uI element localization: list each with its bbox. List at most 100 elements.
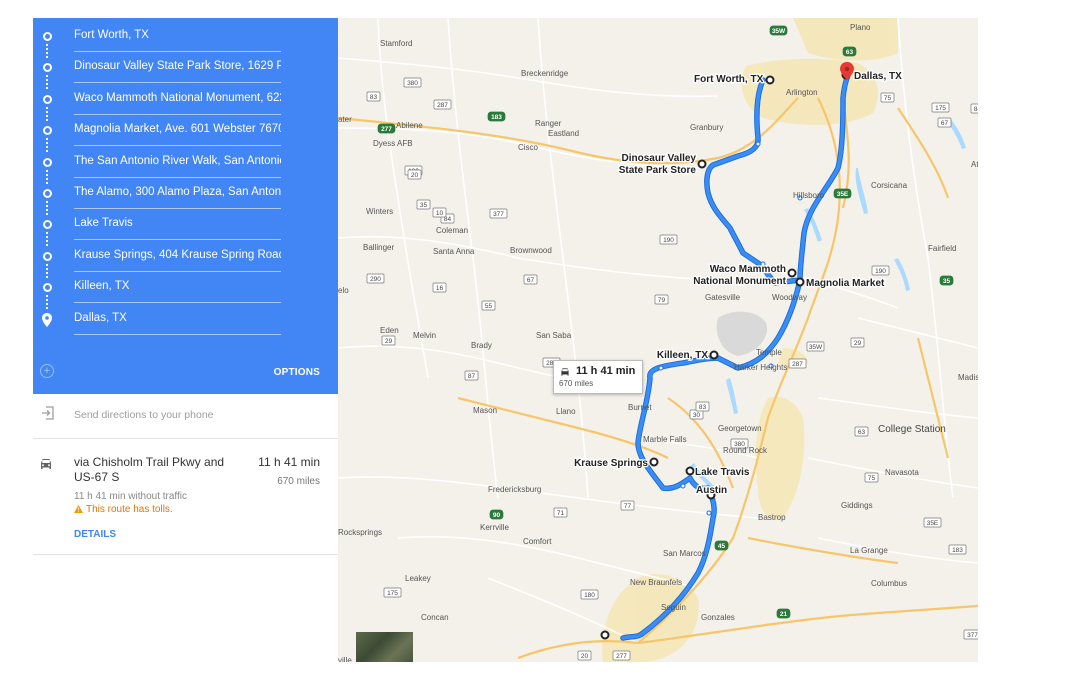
map-canvas[interactable]: 83 380 287 35W 63 35E 75 175 180 277 20 183 35 84 377 1… [338, 18, 978, 662]
town-label: Dyess AFB [373, 139, 413, 148]
map-svg[interactable]: 83 380 287 35W 63 35E 75 175 180 277 20 183 35 84 377 1… [338, 18, 978, 662]
svg-text:277: 277 [616, 653, 627, 660]
town-label: ville [338, 656, 352, 662]
waypoint-input[interactable]: The Alamo, 300 Alamo Plaza, San Antonio [74, 184, 281, 209]
waypoint-circle-icon [43, 283, 52, 293]
highway-shield: 35W [806, 341, 825, 352]
town-label: Concan [421, 613, 449, 622]
town-label: Round Rock [723, 446, 768, 455]
town-label: Granbury [690, 123, 723, 132]
car-icon [41, 459, 51, 469]
waypoint-input[interactable]: Waco Mammoth National Monument, 6220 Ste… [74, 90, 281, 115]
satellite-toggle[interactable] [356, 632, 413, 662]
interstate-shield: 183 [487, 111, 506, 122]
interstate-shield: 35E [833, 188, 852, 199]
stop-label: Krause Springs [574, 458, 648, 469]
waypoint-row[interactable]: The Alamo, 300 Alamo Plaza, San Antonio [33, 179, 338, 215]
callout-duration: 11 h 41 min [576, 365, 636, 377]
town-label: Santa Anna [433, 247, 475, 256]
highway-shield: 20 [577, 650, 592, 661]
svg-text:87: 87 [468, 373, 476, 380]
svg-text:175: 175 [935, 105, 946, 112]
highway-shield: 75 [864, 472, 879, 483]
car-icon [561, 368, 569, 376]
highway-shield: 190 [871, 265, 890, 276]
town-label: Gatesville [705, 293, 741, 302]
waypoint-circle-icon [43, 220, 52, 230]
highway-shield: 83 [366, 91, 381, 102]
waypoint-row[interactable]: Waco Mammoth National Monument, 6220 Ste… [33, 85, 338, 121]
town-label: Brownwood [510, 246, 552, 255]
waypoint-row[interactable]: Fort Worth, TX [33, 22, 338, 58]
town-label: Bastrop [758, 513, 786, 522]
town-label: Llano [556, 407, 576, 416]
svg-text:277: 277 [381, 126, 392, 133]
waypoint-input[interactable]: Dinosaur Valley State Park Store, 1629 P… [74, 58, 281, 84]
waypoint-row[interactable]: Krause Springs, 404 Krause Spring Road [33, 242, 338, 278]
svg-text:190: 190 [663, 237, 674, 244]
waypoint-input[interactable]: Krause Springs, 404 Krause Spring Road [74, 247, 281, 272]
waypoint-input[interactable]: Lake Travis [74, 215, 281, 241]
highway-shield: 287 [788, 358, 807, 369]
town-label: Cisco [518, 143, 539, 152]
stop-label: State Park Store [619, 165, 697, 176]
highway-shield: 175 [383, 587, 402, 598]
stop-label: Lake Travis [695, 467, 750, 478]
waypoint-input[interactable]: Dallas, TX [74, 310, 281, 335]
svg-text:55: 55 [485, 303, 493, 310]
town-label: Leakey [405, 574, 431, 583]
svg-text:67: 67 [527, 277, 535, 284]
highway-shield: 380 [403, 77, 422, 88]
town-label: Columbus [871, 579, 907, 588]
add-destination-icon[interactable]: + [40, 364, 54, 378]
waypoint-row[interactable]: Dallas, TX [33, 305, 338, 336]
town-label: Georgetown [718, 424, 762, 433]
svg-text:290: 290 [370, 276, 381, 283]
route-option-card[interactable]: via Chisholm Trail Pkwy and US-67 S 11 h… [33, 439, 338, 555]
send-directions-row[interactable]: Send directions to your phone [33, 394, 338, 439]
waypoint-circle-icon [43, 126, 52, 136]
stop-label: Dinosaur Valley [622, 153, 697, 164]
town-label: Giddings [841, 501, 873, 510]
waypoint-circle-icon [43, 32, 52, 41]
maps-app: Fort Worth, TX Dinosaur Valley State Park… [33, 18, 978, 662]
highway-shield: 87 [464, 370, 479, 381]
warning-icon [74, 505, 83, 513]
svg-text:10: 10 [436, 210, 444, 217]
stop-label: Magnolia Market [806, 278, 885, 289]
waypoint-row[interactable]: Dinosaur Valley State Park Store, 1629 P… [33, 53, 338, 90]
svg-text:29: 29 [854, 340, 862, 347]
waypoint-input[interactable]: Fort Worth, TX [74, 27, 281, 52]
svg-text:287: 287 [792, 361, 803, 368]
stop-marker-dinosaur-valley [697, 159, 707, 169]
waypoint-row[interactable]: The San Antonio River Walk, San Antonio [33, 148, 338, 184]
town-label: Corsicana [871, 181, 908, 190]
highway-shield: 71 [553, 507, 568, 518]
waypoint-row[interactable]: Killeen, TX [33, 273, 338, 310]
options-button[interactable]: OPTIONS [274, 367, 320, 378]
route-distance: 670 miles [277, 476, 320, 487]
highway-shield: 35E [923, 517, 942, 528]
highway-shield: 183 [948, 544, 967, 555]
route-time-callout[interactable]: 11 h 41 min 670 miles [553, 360, 643, 394]
waypoint-row[interactable]: Magnolia Market, Ave. 601 Webster 76706 [33, 116, 338, 153]
highway-shield: 10 [432, 207, 447, 218]
route-toll-warning-text: This route has tolls. [86, 504, 173, 515]
svg-text:29: 29 [385, 338, 393, 345]
waypoint-row[interactable]: Lake Travis [33, 210, 338, 247]
directions-panel: Fort Worth, TX Dinosaur Valley State Park… [33, 18, 338, 662]
highway-shield: 84 [970, 103, 978, 114]
svg-text:71: 71 [557, 510, 565, 517]
town-label: Madiso [958, 373, 978, 382]
stop-label: Killeen, TX [657, 350, 708, 361]
town-label: Plano [850, 23, 871, 32]
waypoint-input[interactable]: Killeen, TX [74, 278, 281, 304]
waypoint-input[interactable]: The San Antonio River Walk, San Antonio [74, 153, 281, 178]
highway-shield: 180 [580, 589, 599, 600]
svg-text:83: 83 [699, 404, 707, 411]
waypoint-input[interactable]: Magnolia Market, Ave. 601 Webster 76706 [74, 121, 281, 147]
details-link[interactable]: DETAILS [74, 529, 116, 540]
interstate-shield: 90 [489, 509, 504, 520]
send-directions-label: Send directions to your phone [74, 409, 214, 421]
highway-shield: 55 [481, 300, 496, 311]
